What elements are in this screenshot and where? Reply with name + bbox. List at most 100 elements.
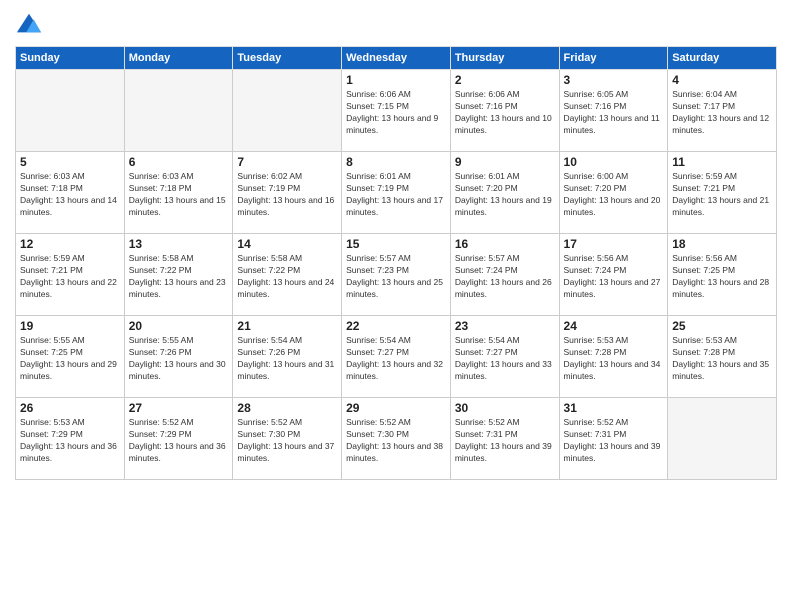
day-number: 15: [346, 237, 446, 251]
day-info: Sunrise: 6:05 AMSunset: 7:16 PMDaylight:…: [564, 89, 664, 137]
weekday-header: Monday: [124, 47, 233, 70]
day-number: 29: [346, 401, 446, 415]
week-row: 12 Sunrise: 5:59 AMSunset: 7:21 PMDayligh…: [16, 234, 777, 316]
calendar-cell: [233, 70, 342, 152]
day-info: Sunrise: 6:00 AMSunset: 7:20 PMDaylight:…: [564, 171, 664, 219]
day-info: Sunrise: 5:53 AMSunset: 7:29 PMDaylight:…: [20, 417, 120, 465]
day-info: Sunrise: 5:52 AMSunset: 7:30 PMDaylight:…: [346, 417, 446, 465]
day-number: 23: [455, 319, 555, 333]
header: [15, 10, 777, 38]
day-number: 8: [346, 155, 446, 169]
day-info: Sunrise: 5:52 AMSunset: 7:31 PMDaylight:…: [455, 417, 555, 465]
calendar-table: SundayMondayTuesdayWednesdayThursdayFrid…: [15, 46, 777, 480]
day-number: 17: [564, 237, 664, 251]
day-number: 30: [455, 401, 555, 415]
day-number: 5: [20, 155, 120, 169]
day-number: 19: [20, 319, 120, 333]
day-number: 21: [237, 319, 337, 333]
week-row: 1 Sunrise: 6:06 AMSunset: 7:15 PMDaylight…: [16, 70, 777, 152]
calendar-cell: 12 Sunrise: 5:59 AMSunset: 7:21 PMDayligh…: [16, 234, 125, 316]
day-number: 14: [237, 237, 337, 251]
calendar-cell: 16Sunrise: 5:57 AMSunset: 7:24 PMDayligh…: [450, 234, 559, 316]
day-number: 28: [237, 401, 337, 415]
day-number: 7: [237, 155, 337, 169]
calendar-cell: 3 Sunrise: 6:05 AMSunset: 7:16 PMDaylight…: [559, 70, 668, 152]
calendar-cell: 17 Sunrise: 5:56 AMSunset: 7:24 PMDayligh…: [559, 234, 668, 316]
day-number: 2: [455, 73, 555, 87]
day-info: Sunrise: 5:58 AMSunset: 7:22 PMDaylight:…: [237, 253, 337, 301]
calendar-cell: 18 Sunrise: 5:56 AMSunset: 7:25 PMDayligh…: [668, 234, 777, 316]
day-number: 3: [564, 73, 664, 87]
day-info: Sunrise: 6:02 AMSunset: 7:19 PMDaylight:…: [237, 171, 337, 219]
day-number: 6: [129, 155, 229, 169]
calendar-cell: 11Sunrise: 5:59 AMSunset: 7:21 PMDayligh…: [668, 152, 777, 234]
logo: [15, 10, 47, 38]
day-number: 31: [564, 401, 664, 415]
calendar-cell: 26 Sunrise: 5:53 AMSunset: 7:29 PMDayligh…: [16, 398, 125, 480]
calendar-cell: [668, 398, 777, 480]
day-info: Sunrise: 5:54 AMSunset: 7:27 PMDaylight:…: [346, 335, 446, 383]
calendar-cell: 28 Sunrise: 5:52 AMSunset: 7:30 PMDayligh…: [233, 398, 342, 480]
calendar-cell: 2 Sunrise: 6:06 AMSunset: 7:16 PMDaylight…: [450, 70, 559, 152]
calendar-cell: 23 Sunrise: 5:54 AMSunset: 7:27 PMDayligh…: [450, 316, 559, 398]
logo-icon: [15, 10, 43, 38]
day-info: Sunrise: 5:55 AMSunset: 7:26 PMDaylight:…: [129, 335, 229, 383]
calendar-cell: 19 Sunrise: 5:55 AMSunset: 7:25 PMDayligh…: [16, 316, 125, 398]
calendar-cell: 30 Sunrise: 5:52 AMSunset: 7:31 PMDayligh…: [450, 398, 559, 480]
calendar-cell: 22 Sunrise: 5:54 AMSunset: 7:27 PMDayligh…: [342, 316, 451, 398]
day-number: 9: [455, 155, 555, 169]
day-info: Sunrise: 5:57 AMSunset: 7:24 PMDaylight:…: [455, 253, 555, 301]
week-row: 19 Sunrise: 5:55 AMSunset: 7:25 PMDayligh…: [16, 316, 777, 398]
day-info: Sunrise: 5:56 AMSunset: 7:24 PMDaylight:…: [564, 253, 664, 301]
calendar-cell: [16, 70, 125, 152]
day-number: 11: [672, 155, 772, 169]
calendar-cell: 8Sunrise: 6:01 AMSunset: 7:19 PMDaylight…: [342, 152, 451, 234]
day-info: Sunrise: 6:01 AMSunset: 7:20 PMDaylight:…: [455, 171, 555, 219]
day-info: Sunrise: 6:04 AMSunset: 7:17 PMDaylight:…: [672, 89, 772, 137]
day-number: 1: [346, 73, 446, 87]
day-info: Sunrise: 5:52 AMSunset: 7:30 PMDaylight:…: [237, 417, 337, 465]
calendar-cell: 29 Sunrise: 5:52 AMSunset: 7:30 PMDayligh…: [342, 398, 451, 480]
day-number: 13: [129, 237, 229, 251]
week-row: 5 Sunrise: 6:03 AMSunset: 7:18 PMDaylight…: [16, 152, 777, 234]
day-number: 10: [564, 155, 664, 169]
calendar-cell: 25 Sunrise: 5:53 AMSunset: 7:28 PMDayligh…: [668, 316, 777, 398]
calendar-cell: [124, 70, 233, 152]
day-number: 12: [20, 237, 120, 251]
calendar-cell: 21Sunrise: 5:54 AMSunset: 7:26 PMDayligh…: [233, 316, 342, 398]
day-number: 25: [672, 319, 772, 333]
day-info: Sunrise: 5:53 AMSunset: 7:28 PMDaylight:…: [564, 335, 664, 383]
calendar-cell: 27Sunrise: 5:52 AMSunset: 7:29 PMDayligh…: [124, 398, 233, 480]
day-info: Sunrise: 5:59 AMSunset: 7:21 PMDaylight:…: [20, 253, 120, 301]
day-number: 18: [672, 237, 772, 251]
day-info: Sunrise: 6:06 AMSunset: 7:16 PMDaylight:…: [455, 89, 555, 137]
day-info: Sunrise: 5:52 AMSunset: 7:29 PMDaylight:…: [129, 417, 229, 465]
day-number: 20: [129, 319, 229, 333]
day-info: Sunrise: 6:03 AMSunset: 7:18 PMDaylight:…: [20, 171, 120, 219]
day-info: Sunrise: 5:57 AMSunset: 7:23 PMDaylight:…: [346, 253, 446, 301]
week-row: 26 Sunrise: 5:53 AMSunset: 7:29 PMDayligh…: [16, 398, 777, 480]
calendar-cell: 9 Sunrise: 6:01 AMSunset: 7:20 PMDaylight…: [450, 152, 559, 234]
day-info: Sunrise: 5:55 AMSunset: 7:25 PMDaylight:…: [20, 335, 120, 383]
weekday-header: Tuesday: [233, 47, 342, 70]
calendar-cell: 1 Sunrise: 6:06 AMSunset: 7:15 PMDaylight…: [342, 70, 451, 152]
weekday-header-row: SundayMondayTuesdayWednesdayThursdayFrid…: [16, 47, 777, 70]
day-info: Sunrise: 6:06 AMSunset: 7:15 PMDaylight:…: [346, 89, 446, 137]
calendar-cell: 13 Sunrise: 5:58 AMSunset: 7:22 PMDayligh…: [124, 234, 233, 316]
day-info: Sunrise: 5:58 AMSunset: 7:22 PMDaylight:…: [129, 253, 229, 301]
calendar-cell: 5 Sunrise: 6:03 AMSunset: 7:18 PMDaylight…: [16, 152, 125, 234]
day-info: Sunrise: 5:54 AMSunset: 7:27 PMDaylight:…: [455, 335, 555, 383]
calendar-cell: 14 Sunrise: 5:58 AMSunset: 7:22 PMDayligh…: [233, 234, 342, 316]
day-info: Sunrise: 6:03 AMSunset: 7:18 PMDaylight:…: [129, 171, 229, 219]
day-number: 26: [20, 401, 120, 415]
calendar-cell: 24 Sunrise: 5:53 AMSunset: 7:28 PMDayligh…: [559, 316, 668, 398]
calendar-page: SundayMondayTuesdayWednesdayThursdayFrid…: [0, 0, 792, 612]
weekday-header: Sunday: [16, 47, 125, 70]
day-info: Sunrise: 5:53 AMSunset: 7:28 PMDaylight:…: [672, 335, 772, 383]
calendar-cell: 31Sunrise: 5:52 AMSunset: 7:31 PMDayligh…: [559, 398, 668, 480]
day-info: Sunrise: 5:56 AMSunset: 7:25 PMDaylight:…: [672, 253, 772, 301]
calendar-cell: 10 Sunrise: 6:00 AMSunset: 7:20 PMDayligh…: [559, 152, 668, 234]
day-number: 22: [346, 319, 446, 333]
day-number: 24: [564, 319, 664, 333]
calendar-cell: 6 Sunrise: 6:03 AMSunset: 7:18 PMDaylight…: [124, 152, 233, 234]
